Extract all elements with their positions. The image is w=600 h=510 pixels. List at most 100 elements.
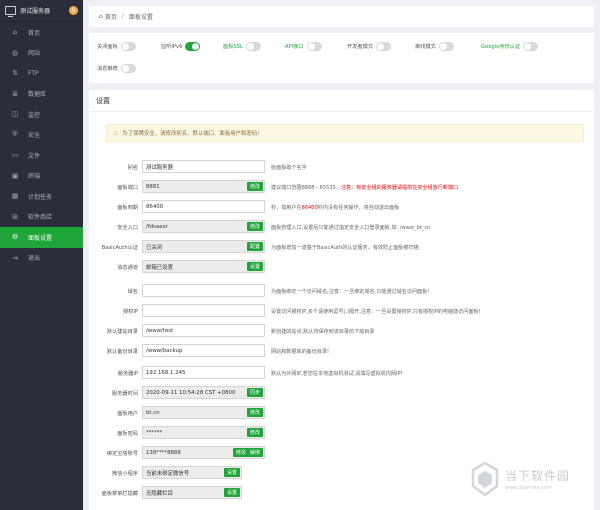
toggle-item-5: 离线模式 <box>415 41 481 51</box>
setting-action-button[interactable]: 修改 <box>246 182 263 191</box>
sidebar-item-label: 首页 <box>28 29 41 37</box>
setting-label: 默认备份目录 <box>106 348 138 355</box>
security-notice: ⚠ 为了保障安全，请修改别名、默认端口、面板用户和密码! <box>106 124 584 142</box>
setting-description: 建议端口范围8888 - 65535，注意：有安全组的服务器请提前在安全组放行新… <box>271 184 459 191</box>
toggle-switch[interactable] <box>120 41 136 51</box>
toggle-switch[interactable] <box>120 63 136 73</box>
sidebar-item-label: 数据库 <box>28 91 47 99</box>
setting-action-button[interactable]: 配置 <box>246 242 263 251</box>
toggle-label: 消息推荐 <box>97 65 118 72</box>
setting-row: 服务器IP 192.168.1.245 默认为外网IP,若您在本地虚拟机测试,请填写… <box>89 366 594 380</box>
watermark-name: 当下软件园 <box>505 469 571 483</box>
setting-field: 当前未绑定微信号 设置 <box>142 466 242 479</box>
toggle-item-6: Google身份认证 <box>481 41 561 51</box>
setting-field: /fdsaexr 修改 <box>142 220 265 233</box>
sidebar-item-3[interactable]: ≣ 数据库 <box>0 84 83 105</box>
setting-label: 授权IP <box>122 308 138 315</box>
toggle-label: 离线模式 <box>415 43 436 50</box>
setting-description: 默认为外网IP,若您在本地虚拟机测试,请填写虚拟机内网IP! <box>271 370 403 377</box>
toggle-switch[interactable] <box>523 41 539 51</box>
notification-badge[interactable]: 0 <box>69 6 78 15</box>
setting-description: 为面板增加一道基于BasicAuth的认证服务，有效防止面板被扫描 <box>271 244 419 251</box>
setting-action-button[interactable]: 设置 <box>223 488 240 497</box>
home-icon: ⌂ <box>99 13 103 20</box>
setting-field[interactable]: 192.168.1.245 <box>142 366 265 379</box>
setting-label: 域名 <box>127 288 138 295</box>
toggle-panel: 关闭面板 监听IPv6 面板SSL API接口 开发者模式 离线模式 Google身份认证 … <box>89 33 594 83</box>
setting-label: 面板菜单栏隐藏 <box>101 490 138 497</box>
sidebar-item-1[interactable]: ◍ 网站 <box>0 43 83 64</box>
setting-value: ****** <box>146 429 163 436</box>
setting-row: 域名 为面板绑定一个访问域名;注意：一旦绑定域名,只能通过域名访问面板! <box>89 284 594 298</box>
folder-icon: ▭ <box>11 151 19 160</box>
toggle-switch[interactable] <box>185 41 201 51</box>
settings-panel: 设置 ⚠ 为了保障安全，请修改别名、默认端口、面板用户和密码! 别名 测试服务器 给… <box>89 90 594 510</box>
setting-description: 为面板绑定一个访问域名;注意：一旦绑定域名,只能通过域名访问面板! <box>271 288 430 295</box>
setting-row: 面板密码 ****** 修改 <box>89 426 594 440</box>
server-name: 测试服务器 <box>20 8 51 15</box>
monitor-icon: ◫ <box>11 110 19 119</box>
sidebar-item-label: 终端 <box>28 173 41 181</box>
sidebar-item-9[interactable]: ⊞ 软件商店 <box>0 207 83 228</box>
setting-label: 消息通道 <box>117 264 138 271</box>
setting-field[interactable] <box>142 284 265 297</box>
sidebar-item-label: 退出 <box>28 255 41 263</box>
calendar-icon: ▦ <box>11 192 19 201</box>
watermark: 当下软件园 www.downxia.com <box>470 462 570 496</box>
setting-field[interactable]: 86400 <box>142 200 265 213</box>
sidebar-item-0[interactable]: ⌂ 首页 <box>0 22 83 43</box>
sidebar-item-11[interactable]: ⇥ 退出 <box>0 248 83 269</box>
sidebar-item-10[interactable]: ⚙ 面板设置 <box>0 227 83 248</box>
apps-icon: ⊞ <box>12 212 18 221</box>
setting-field[interactable]: 测试服务器 <box>142 160 265 173</box>
setting-row: 面板到期 86400 秒，如用户在86400秒内没有任何操作，将自动退出面板 <box>89 200 594 214</box>
setting-field: bt.cn 修改 <box>142 406 265 419</box>
toggle-label: 监听IPv6 <box>161 43 183 50</box>
setting-field[interactable]: /www/test <box>142 324 265 337</box>
setting-row: 别名 测试服务器 给面板取个名字 <box>89 160 594 174</box>
setting-label: 微信小程序 <box>112 470 138 477</box>
sidebar-item-8[interactable]: ▦ 计划任务 <box>0 186 83 207</box>
setting-action-button[interactable]: 同步 <box>246 388 263 397</box>
setting-action-button[interactable]: 设置 <box>246 262 263 271</box>
settings-title: 设置 <box>89 90 594 112</box>
port-warning: 注意：有安全组的服务器请提前在安全组放行新端口 <box>340 184 459 191</box>
sidebar-item-5[interactable]: ⛨ 安全 <box>0 125 83 146</box>
setting-value: 138****8888 <box>146 449 181 456</box>
sidebar-item-4[interactable]: ◫ 监控 <box>0 104 83 125</box>
toggle-label: 关闭面板 <box>97 43 118 50</box>
toggle-label: API接口 <box>285 43 304 50</box>
sidebar-brand: 测试服务器 0 <box>0 0 83 22</box>
globe-icon: ◍ <box>11 48 19 57</box>
sidebar-item-2[interactable]: ⇅ FTP <box>0 63 83 84</box>
unbind-button[interactable]: 解绑 <box>246 448 263 457</box>
setting-value: 已关闭 <box>146 244 163 251</box>
breadcrumb-home[interactable]: 首页 <box>105 12 117 21</box>
setting-action-button[interactable]: 修改 <box>246 408 263 417</box>
setting-row: 安全入口/fdsaexr 修改 面板管理入口,设置后只能通过指定安全入口登录面板,如… <box>89 220 594 234</box>
toggle-switch[interactable] <box>306 41 322 51</box>
toggle-switch[interactable] <box>438 41 454 51</box>
setting-row: 默认备份目录/www/backup 网站和数据库的备份目录! <box>89 344 594 358</box>
setting-value: /www/backup <box>146 347 183 354</box>
shield-icon: ⛨ <box>12 130 18 139</box>
sidebar-item-label: 文件 <box>28 152 41 160</box>
sidebar-item-7[interactable]: ▣ 终端 <box>0 166 83 187</box>
setting-label: 面板用户 <box>117 410 138 417</box>
toggle-switch[interactable] <box>375 41 391 51</box>
sidebar-item-label: 安全 <box>28 132 41 140</box>
toggle-item-7: 消息推荐 <box>97 63 161 73</box>
setting-description: 设置访问授权IP,多个请使用逗号(,)隔开,注意：一旦设置授权IP,只有授权IP… <box>271 308 481 315</box>
setting-value: 邮箱已设置 <box>146 264 173 271</box>
setting-action-button[interactable]: 设置 <box>223 468 240 477</box>
setting-action-button[interactable]: 修改 <box>246 222 263 231</box>
setting-action-button[interactable]: 修改 <box>246 428 263 437</box>
sidebar-item-6[interactable]: ▭ 文件 <box>0 145 83 166</box>
logout-icon: ⇥ <box>12 253 18 262</box>
setting-field[interactable]: /www/backup <box>142 344 265 357</box>
setting-row: 面板端口 8881 修改 建议端口范围8888 - 65535，注意：有安全组的服务器… <box>89 180 594 194</box>
toggle-switch[interactable] <box>245 41 261 51</box>
setting-field[interactable] <box>142 304 265 317</box>
toggle-item-2: 面板SSL <box>223 41 285 51</box>
notice-text: 为了保障安全，请修改别名、默认端口、面板用户和密码! <box>122 131 260 137</box>
